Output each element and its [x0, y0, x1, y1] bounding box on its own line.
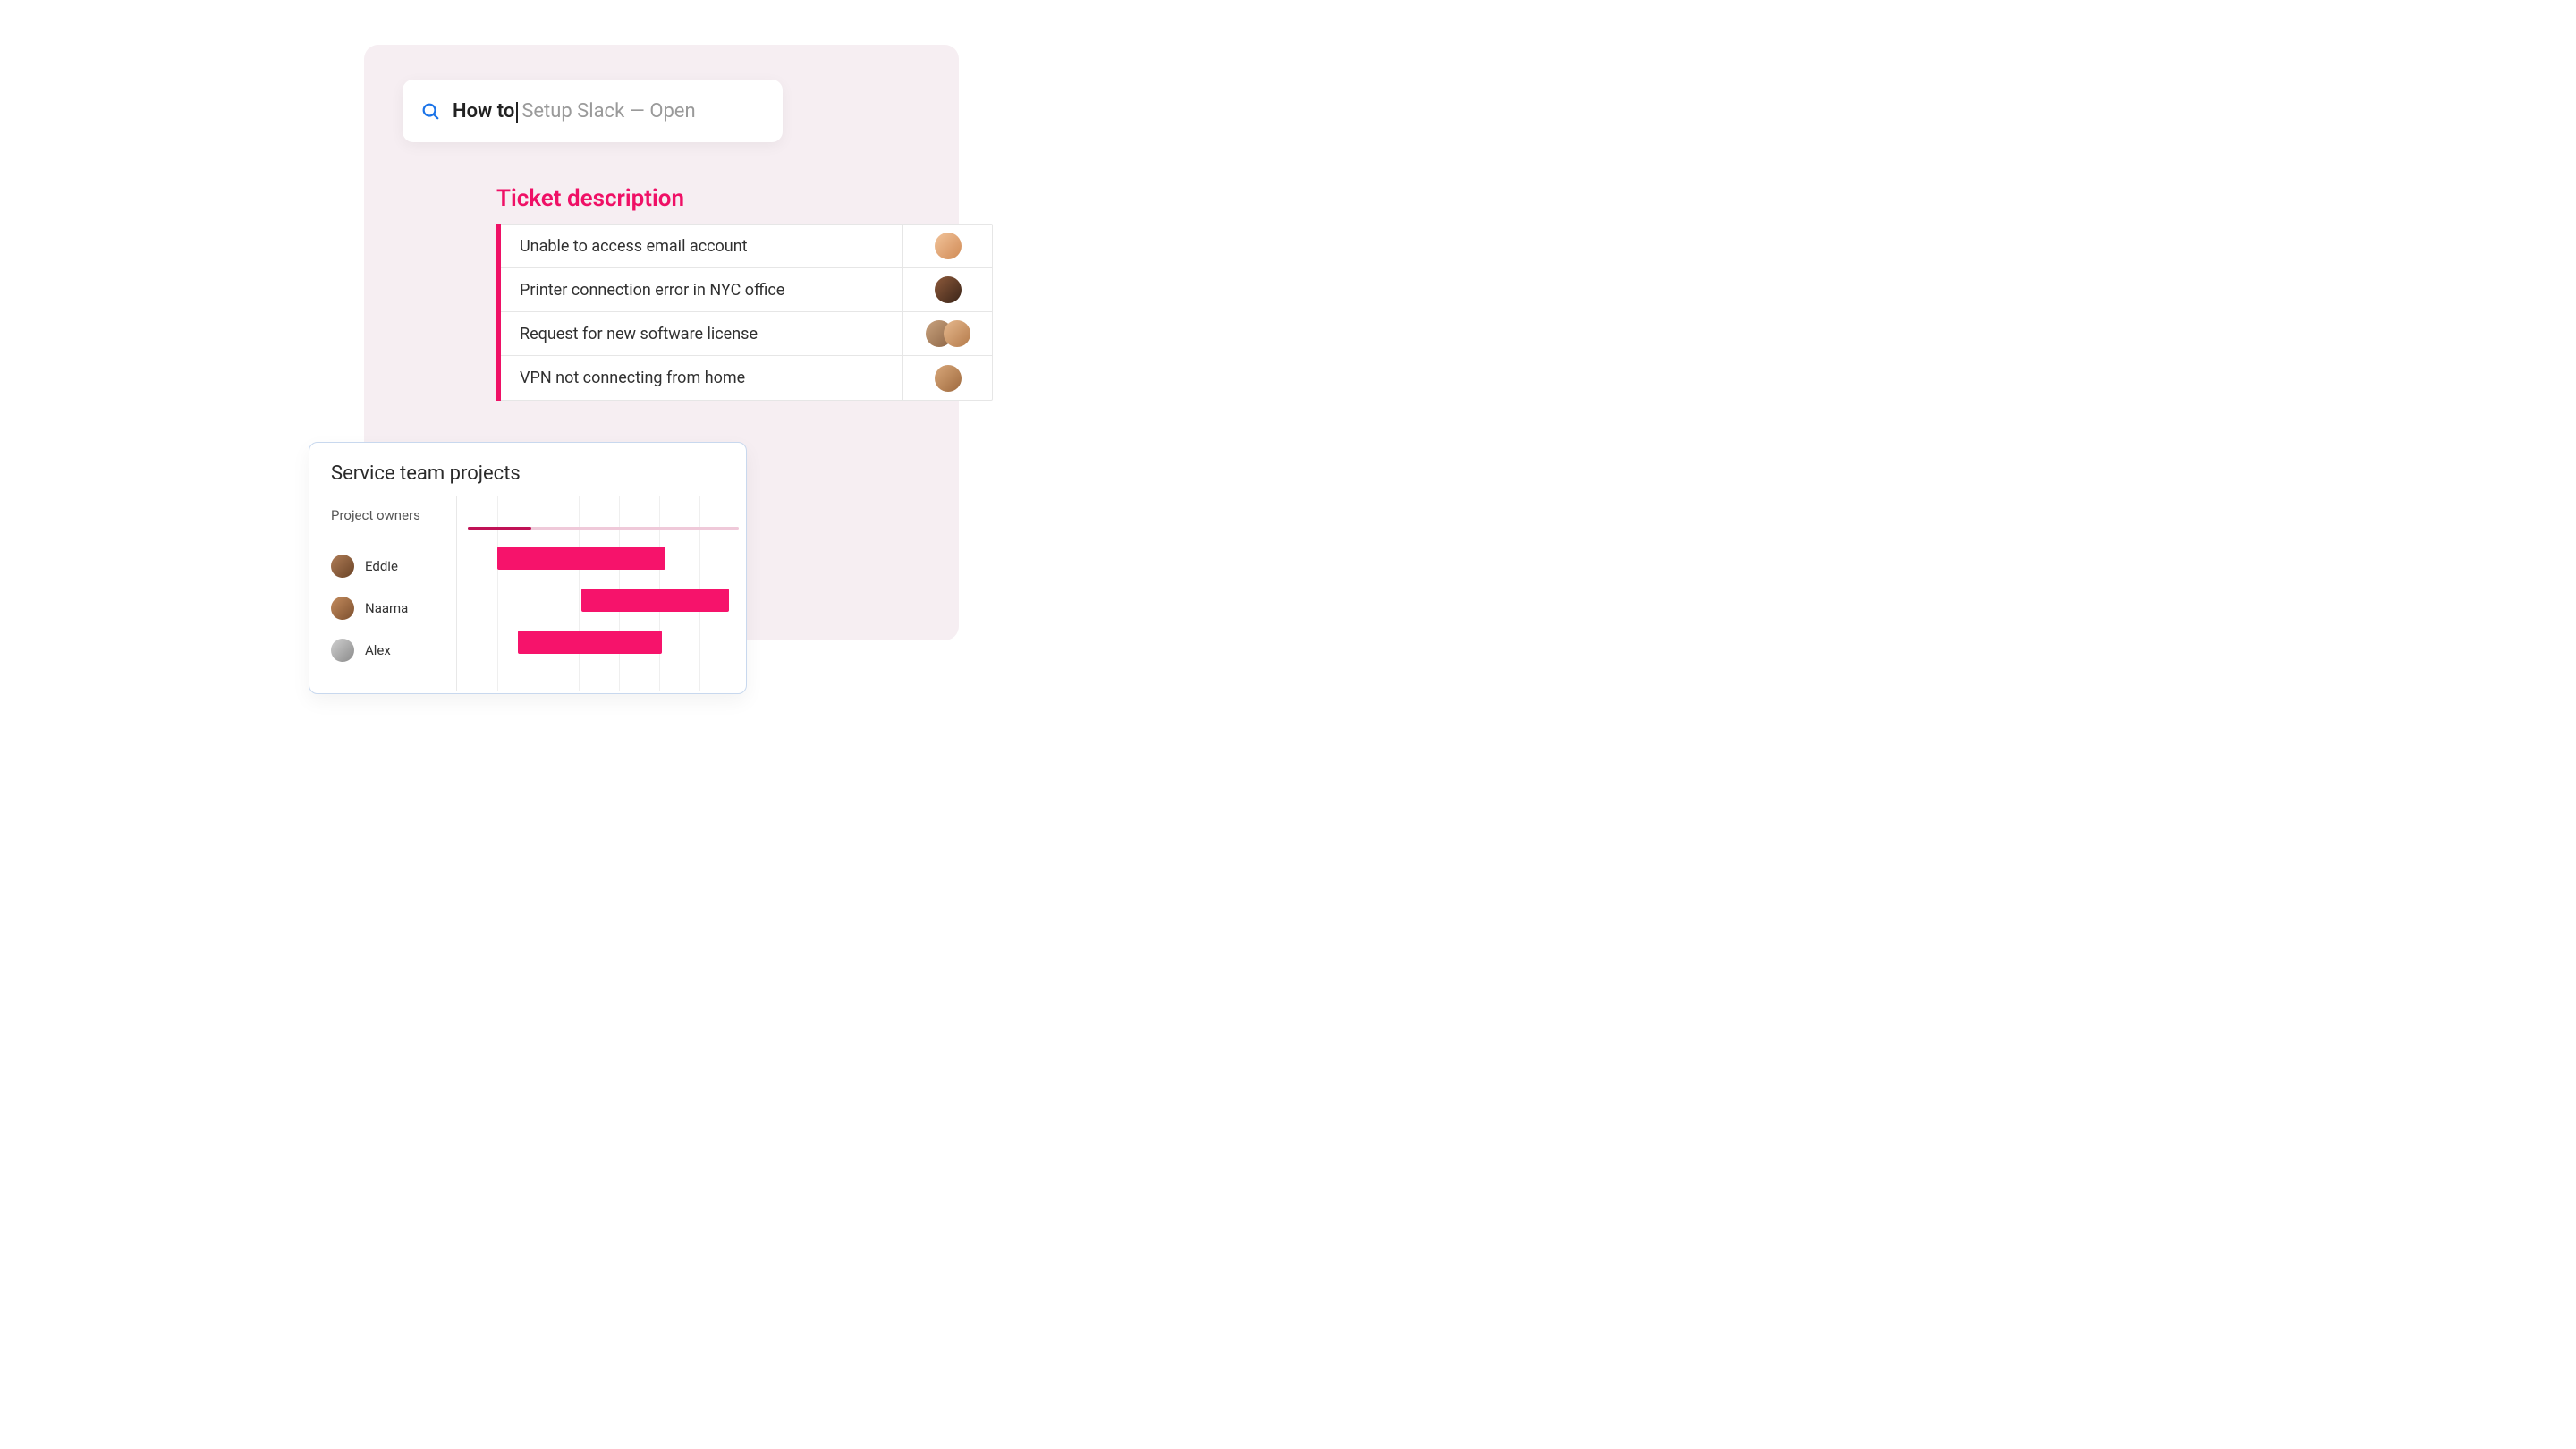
avatar [944, 320, 970, 347]
projects-card: Service team projects Project owners Edd… [309, 442, 747, 694]
ticket-label: Printer connection error in NYC office [496, 281, 902, 300]
ticket-row[interactable]: VPN not connecting from home [496, 356, 992, 400]
avatar [331, 555, 354, 578]
avatar [935, 233, 962, 259]
projects-owners-column: Project owners Eddie Naama Alex [309, 496, 457, 691]
ticket-label: Request for new software license [496, 325, 902, 343]
avatar [331, 597, 354, 620]
projects-timeline [457, 496, 746, 691]
ticket-row[interactable]: Request for new software license [496, 312, 992, 356]
owner-row[interactable]: Alex [331, 629, 456, 671]
owner-name: Naama [365, 600, 408, 616]
ticket-row[interactable]: Unable to access email account [496, 225, 992, 268]
owner-row[interactable]: Eddie [331, 545, 456, 587]
search-suggestion: Setup Slack — Open [521, 100, 695, 123]
owner-name: Alex [365, 642, 391, 658]
owners-header: Project owners [331, 507, 456, 523]
timeline-gridline [497, 496, 498, 691]
owner-name: Eddie [365, 558, 398, 574]
search-icon [420, 101, 440, 121]
ticket-assignee-cell[interactable] [902, 312, 992, 355]
ticket-section-title: Ticket description [496, 185, 684, 212]
search-input-typed: How to [453, 100, 514, 123]
gantt-bar[interactable] [497, 547, 665, 570]
projects-body: Project owners Eddie Naama Alex [309, 496, 746, 691]
ticket-assignee-cell[interactable] [902, 225, 992, 267]
ticket-assignee-cell[interactable] [902, 268, 992, 311]
gantt-bar[interactable] [581, 589, 729, 612]
search-bar[interactable]: How to Setup Slack — Open [402, 80, 783, 142]
avatar [331, 639, 354, 662]
avatar [935, 276, 962, 303]
ticket-label: Unable to access email account [496, 237, 902, 256]
ticket-assignee-cell[interactable] [902, 356, 992, 400]
avatar [935, 365, 962, 392]
timeline-progress [468, 527, 531, 530]
owner-row[interactable]: Naama [331, 587, 456, 629]
projects-title: Service team projects [309, 443, 746, 496]
timeline-gridline [579, 496, 580, 691]
ticket-table: Unable to access email account Printer c… [496, 224, 993, 401]
avatar-group [926, 320, 970, 347]
gantt-bar[interactable] [518, 631, 663, 654]
ticket-label: VPN not connecting from home [496, 369, 902, 387]
ticket-row[interactable]: Printer connection error in NYC office [496, 268, 992, 312]
